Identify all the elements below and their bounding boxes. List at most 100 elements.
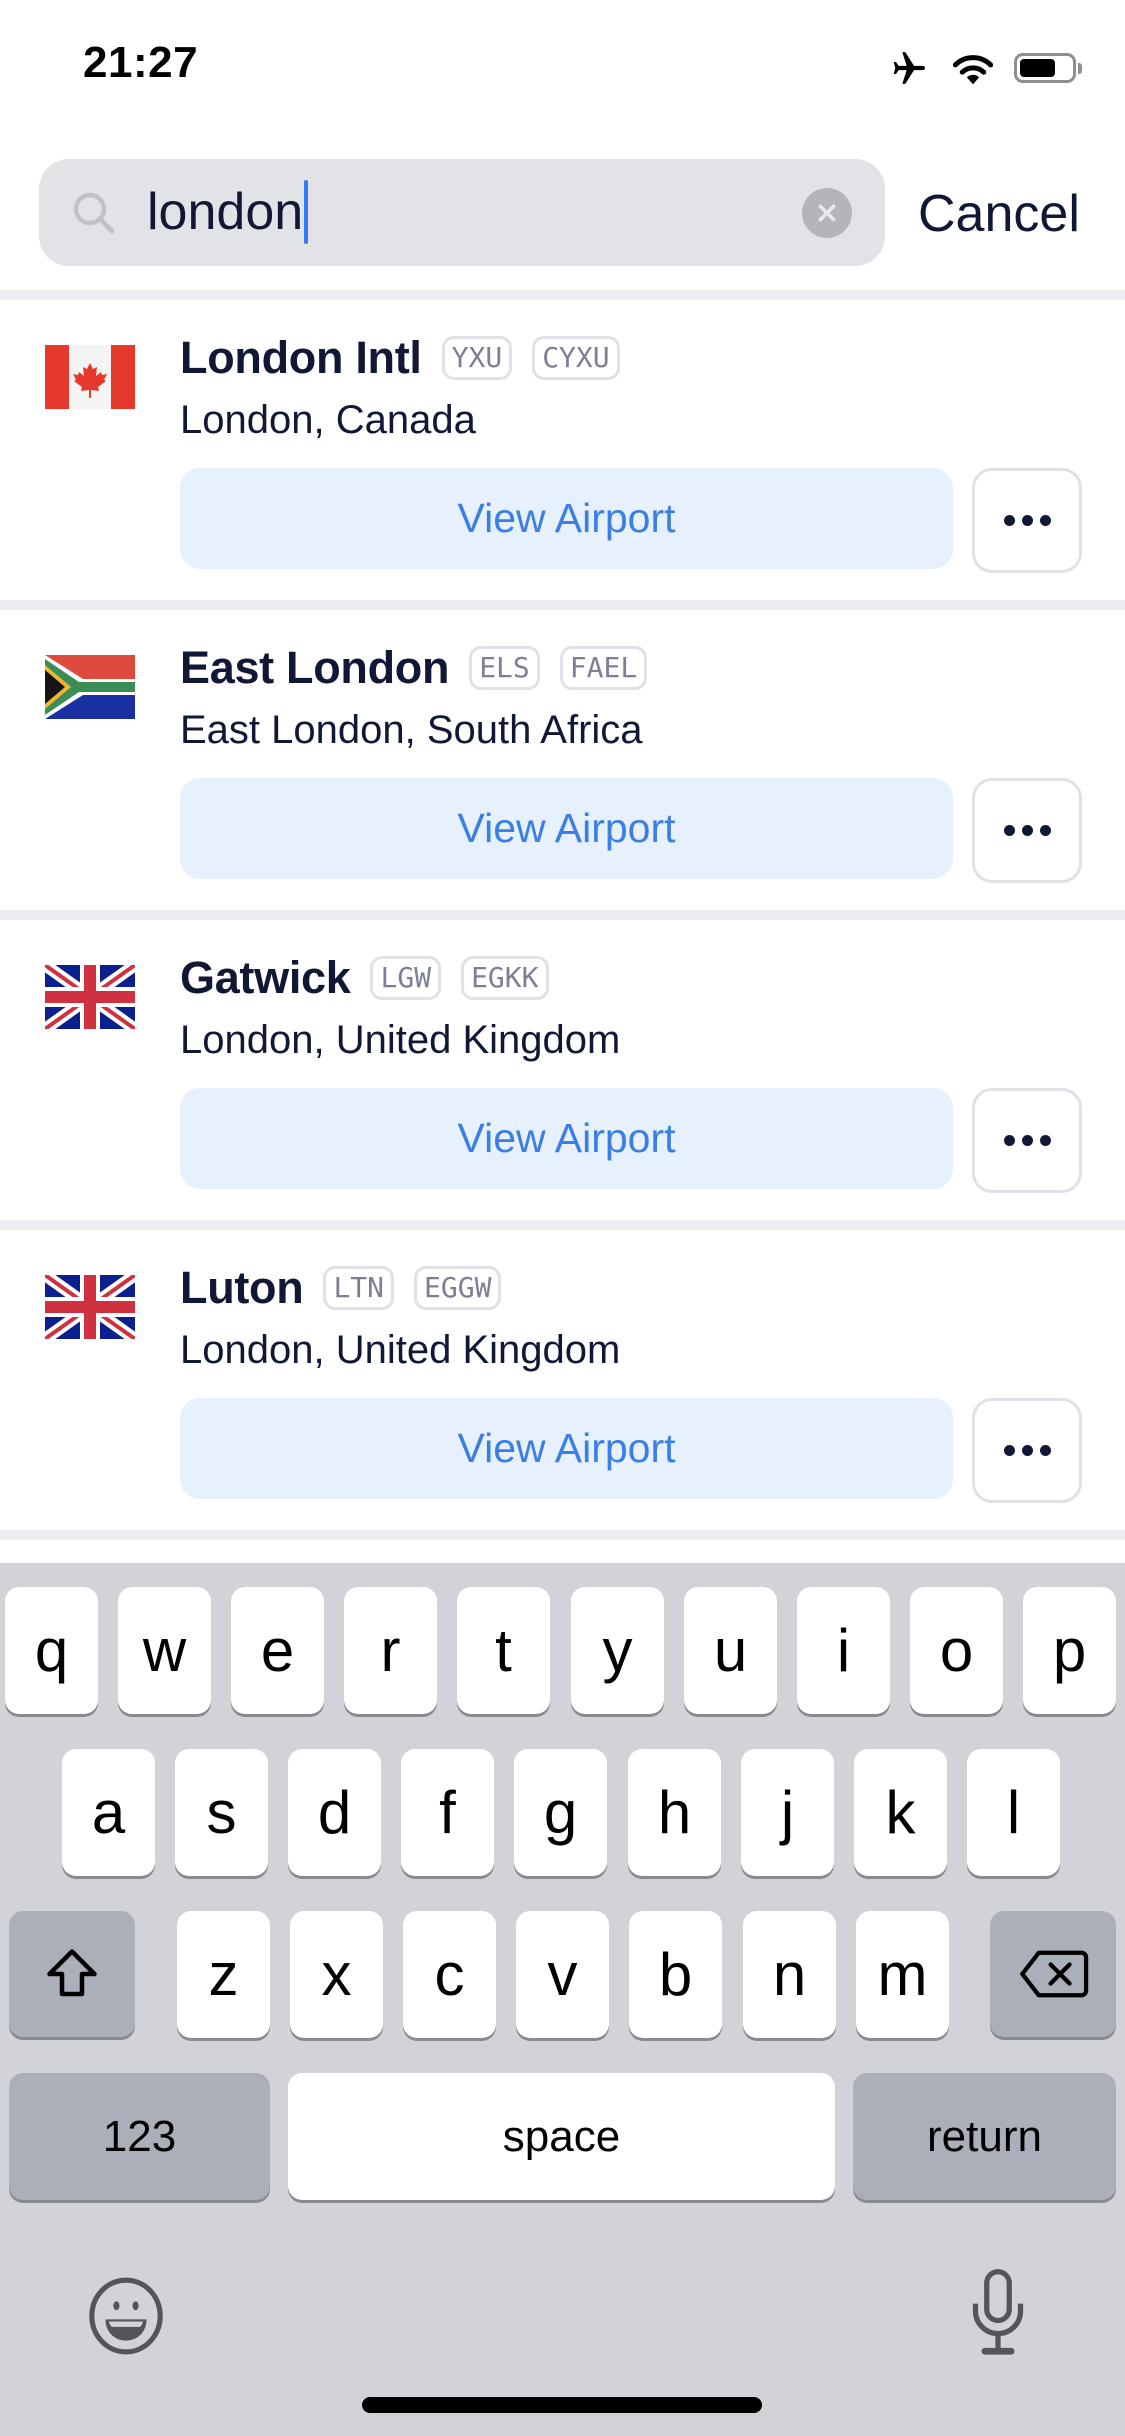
list-separator <box>0 910 1125 920</box>
airport-result-card: East London ELS FAEL East London, South … <box>0 612 1125 912</box>
more-icon-dot <box>1003 1135 1015 1146</box>
iata-code-badge: LTN <box>323 1266 395 1310</box>
airport-name: East London <box>180 642 450 693</box>
list-separator <box>0 1220 1125 1230</box>
uk-flag-icon <box>45 965 135 1029</box>
key-q[interactable]: q <box>5 1587 98 1714</box>
more-options-button[interactable] <box>972 1398 1082 1503</box>
iata-code-badge: LGW <box>370 956 442 1000</box>
clear-icon <box>818 204 836 222</box>
more-icon-dot <box>1021 1445 1033 1456</box>
view-airport-button[interactable]: View Airport <box>180 1088 953 1189</box>
key-v[interactable]: v <box>516 1911 609 2038</box>
numbers-key[interactable]: 123 <box>9 2073 270 2200</box>
delete-key[interactable] <box>990 1911 1116 2037</box>
more-icon-dot <box>1039 1135 1051 1146</box>
battery-icon <box>1014 53 1082 83</box>
more-icon-dot <box>1003 825 1015 836</box>
airport-name: Gatwick <box>180 952 351 1003</box>
search-input-value: london <box>147 183 304 241</box>
key-o[interactable]: o <box>910 1587 1003 1714</box>
view-airport-button[interactable]: View Airport <box>180 778 953 879</box>
more-icon-dot <box>1039 1445 1051 1456</box>
wifi-icon <box>952 55 994 85</box>
shift-key[interactable] <box>9 1911 135 2037</box>
iata-code-badge: ELS <box>469 646 540 690</box>
key-z[interactable]: z <box>177 1911 270 2038</box>
list-separator <box>0 290 1125 300</box>
home-indicator[interactable] <box>362 2397 762 2413</box>
more-options-button[interactable] <box>972 468 1082 573</box>
more-icon-dot <box>1003 515 1015 526</box>
key-i[interactable]: i <box>797 1587 890 1714</box>
uk-flag-icon <box>45 1275 135 1339</box>
south-africa-flag-icon <box>45 655 135 719</box>
key-c[interactable]: c <box>403 1911 496 2038</box>
list-separator <box>0 600 1125 610</box>
key-l[interactable]: l <box>967 1749 1060 1876</box>
key-d[interactable]: d <box>288 1749 381 1876</box>
backspace-icon <box>1020 1950 1089 1998</box>
emoji-icon[interactable] <box>85 2274 167 2358</box>
key-n[interactable]: n <box>743 1911 836 2038</box>
microphone-icon[interactable] <box>960 2268 1036 2358</box>
more-icon-dot <box>1039 515 1051 526</box>
airport-title-row: Gatwick LGW EGKK <box>180 952 549 1004</box>
more-options-button[interactable] <box>972 1088 1082 1193</box>
status-time: 21:27 <box>83 38 199 87</box>
key-p[interactable]: p <box>1023 1587 1116 1714</box>
list-separator <box>0 1530 1125 1540</box>
airport-result-card: London Intl YXU CYXU London, Canada View… <box>0 302 1125 602</box>
shift-icon <box>47 1949 97 1997</box>
airport-location: London, Canada <box>180 398 476 442</box>
cancel-button[interactable]: Cancel <box>918 182 1080 246</box>
key-m[interactable]: m <box>856 1911 949 2038</box>
airport-location: London, United Kingdom <box>180 1018 621 1062</box>
icao-code-badge: FAEL <box>559 646 648 690</box>
view-airport-button[interactable]: View Airport <box>180 1398 953 1499</box>
return-key[interactable]: return <box>853 2073 1116 2200</box>
key-r[interactable]: r <box>344 1587 437 1714</box>
key-w[interactable]: w <box>118 1587 211 1714</box>
search-icon <box>73 192 115 234</box>
more-icon-dot <box>1003 1445 1015 1456</box>
more-icon-dot <box>1021 1135 1033 1146</box>
more-options-button[interactable] <box>972 778 1082 883</box>
space-key[interactable]: space <box>288 2073 835 2200</box>
search-input[interactable]: london <box>147 180 309 244</box>
iata-code-badge: YXU <box>441 336 513 380</box>
canada-flag-icon <box>45 345 135 409</box>
airport-name: London Intl <box>180 332 422 383</box>
view-airport-button[interactable]: View Airport <box>180 468 953 569</box>
key-h[interactable]: h <box>628 1749 721 1876</box>
icao-code-badge: EGKK <box>461 956 549 1000</box>
key-x[interactable]: x <box>290 1911 383 2038</box>
key-f[interactable]: f <box>401 1749 494 1876</box>
more-icon-dot <box>1039 825 1051 836</box>
airport-location: East London, South Africa <box>180 708 643 752</box>
airport-title-row: London Intl YXU CYXU <box>180 332 620 384</box>
airport-location: London, United Kingdom <box>180 1328 621 1372</box>
airplane-mode-icon <box>893 52 925 84</box>
airport-result-card: Gatwick LGW EGKK London, United Kingdom … <box>0 922 1125 1222</box>
more-icon-dot <box>1021 515 1033 526</box>
icao-code-badge: CYXU <box>532 336 620 380</box>
clear-search-button[interactable] <box>802 188 852 238</box>
text-caret <box>304 180 309 244</box>
key-s[interactable]: s <box>175 1749 268 1876</box>
airport-name: Luton <box>180 1262 304 1313</box>
key-j[interactable]: j <box>741 1749 834 1876</box>
key-t[interactable]: t <box>457 1587 550 1714</box>
key-u[interactable]: u <box>684 1587 777 1714</box>
airport-title-row: East London ELS FAEL <box>180 642 648 694</box>
key-e[interactable]: e <box>231 1587 324 1714</box>
key-k[interactable]: k <box>854 1749 947 1876</box>
key-g[interactable]: g <box>514 1749 607 1876</box>
more-icon-dot <box>1021 825 1033 836</box>
airport-result-card: Luton LTN EGGW London, United Kingdom Vi… <box>0 1232 1125 1532</box>
key-b[interactable]: b <box>629 1911 722 2038</box>
airport-title-row: Luton LTN EGGW <box>180 1262 502 1314</box>
key-a[interactable]: a <box>62 1749 155 1876</box>
icao-code-badge: EGGW <box>414 1266 502 1310</box>
key-y[interactable]: y <box>571 1587 664 1714</box>
